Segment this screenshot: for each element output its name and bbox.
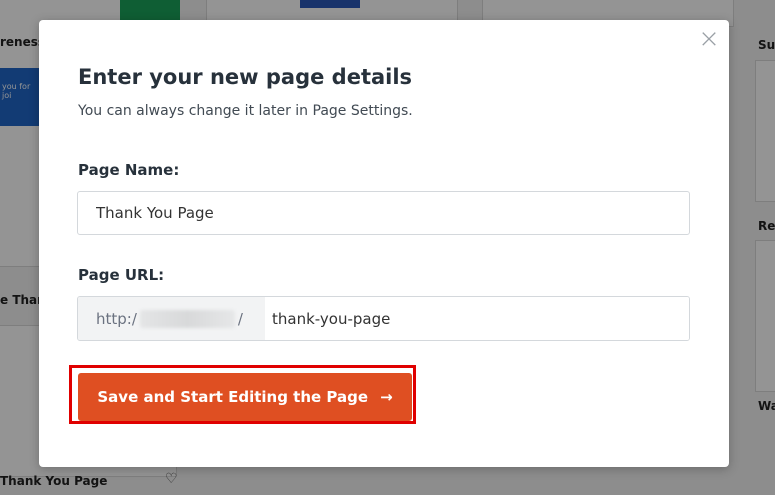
url-prefix: http:/ / (78, 297, 265, 340)
page-name-input[interactable] (77, 191, 690, 235)
modal-subtitle: You can always change it later in Page S… (78, 103, 413, 119)
redacted-domain (139, 309, 235, 328)
save-button-label: Save and Start Editing the Page (97, 388, 369, 406)
url-prefix-text: http:/ (96, 309, 137, 328)
url-prefix-end: / (237, 309, 243, 328)
save-and-edit-button[interactable]: Save and Start Editing the Page → (78, 373, 412, 421)
close-icon[interactable]: × (698, 26, 720, 52)
arrow-right-icon: → (380, 388, 393, 406)
new-page-modal: × Enter your new page details You can al… (39, 20, 729, 467)
page-url-label: Page URL: (78, 266, 165, 284)
page-name-label: Page Name: (78, 161, 180, 179)
page-url-input[interactable] (265, 297, 689, 340)
page-url-field: http:/ / (77, 296, 690, 341)
modal-title: Enter your new page details (78, 65, 413, 89)
